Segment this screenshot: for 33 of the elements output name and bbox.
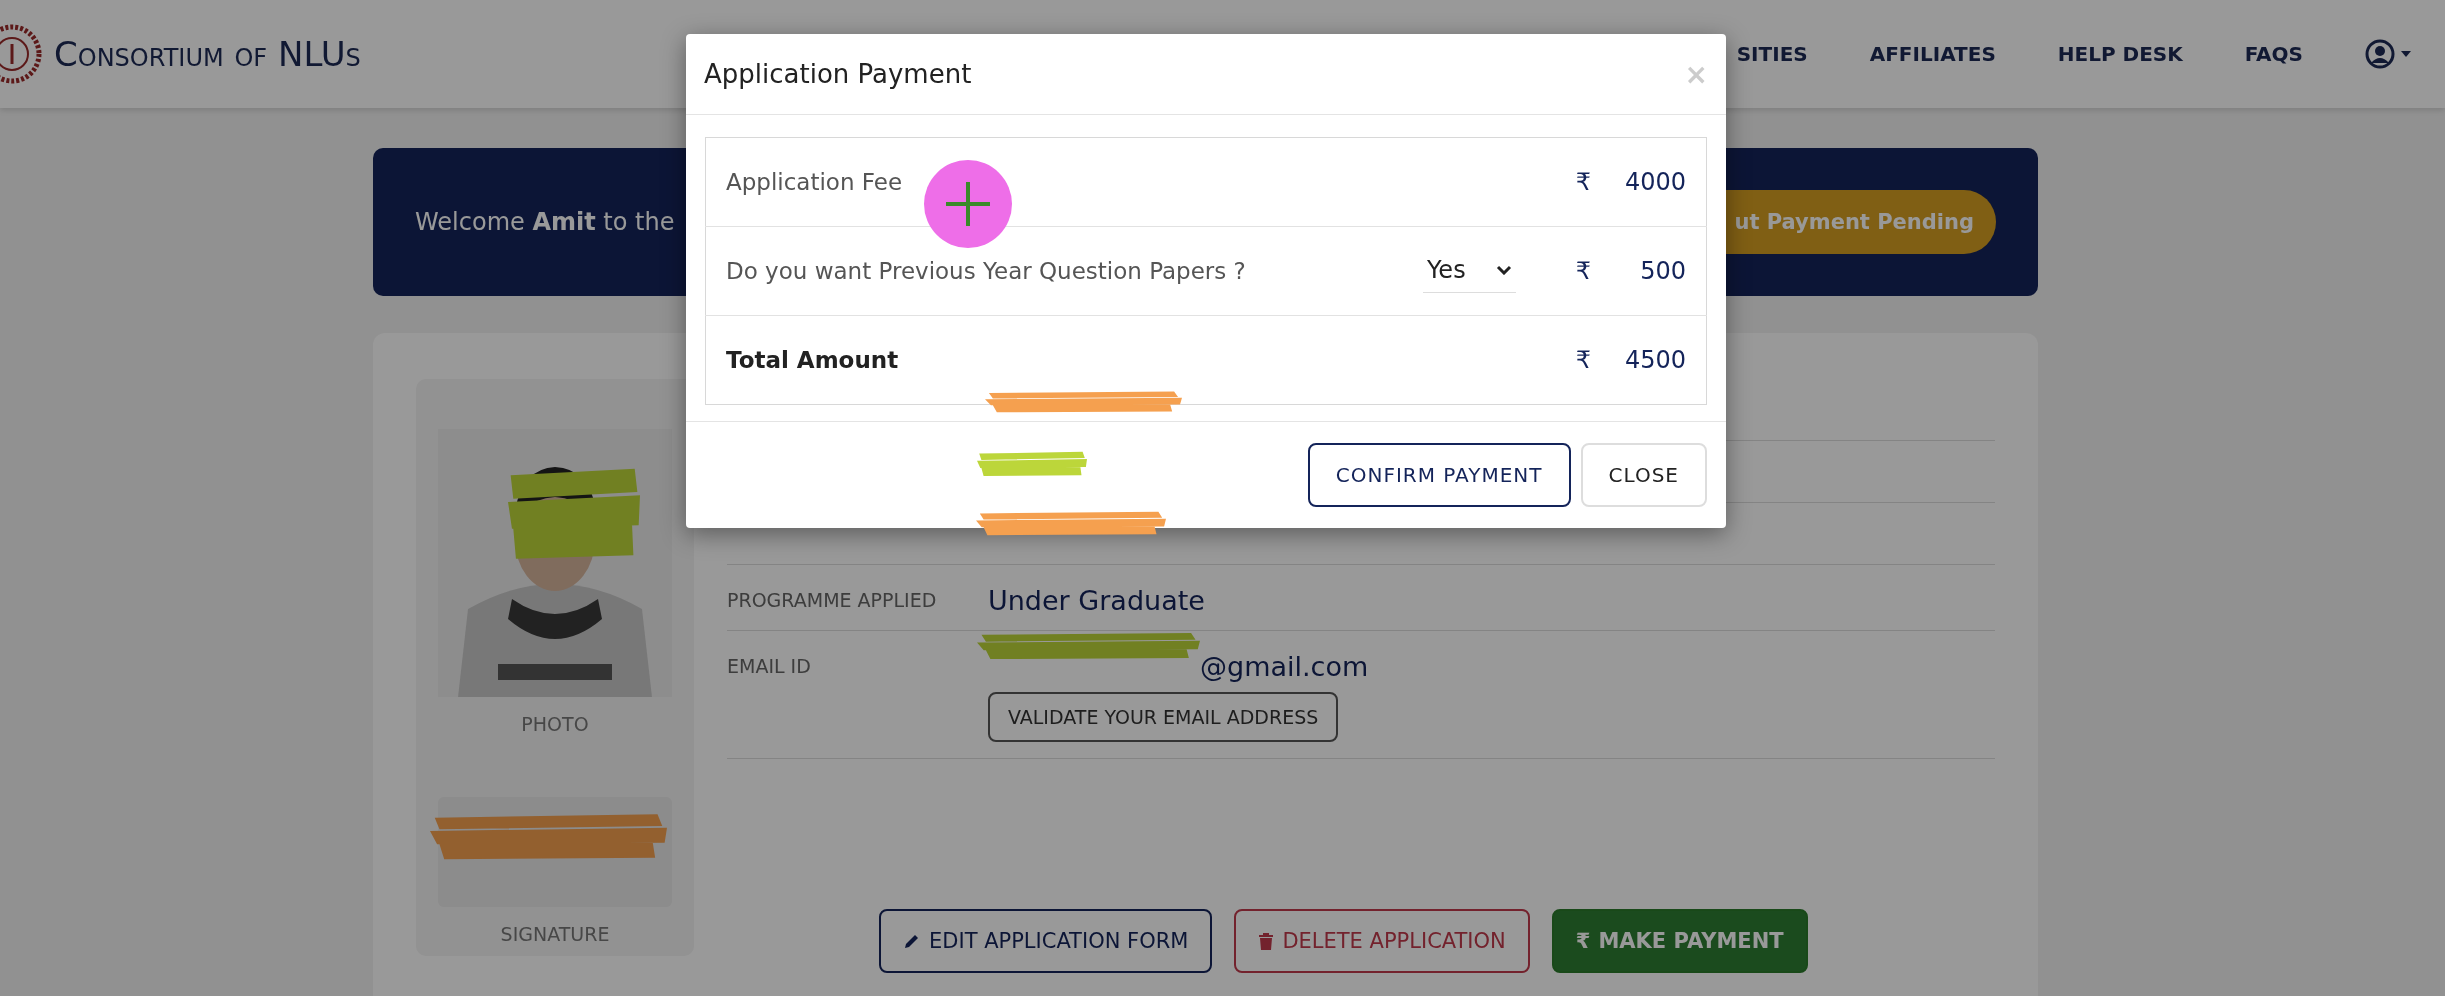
nav-link[interactable]: FAQS — [2244, 42, 2303, 66]
cursor-highlight-icon — [924, 160, 1012, 248]
dialog-title: Application Payment — [704, 59, 972, 89]
pencil-icon — [903, 932, 921, 950]
validate-email-button[interactable]: VALIDATE YOUR EMAIL ADDRESS — [988, 692, 1339, 742]
field-label: EMAIL ID — [727, 654, 812, 679]
fee-label: Total Amount — [726, 347, 899, 373]
signature-caption: SIGNATURE — [500, 923, 610, 945]
close-button[interactable]: CLOSE — [1580, 443, 1707, 507]
delete-button[interactable]: DELETE APPLICATION — [1234, 909, 1530, 973]
confirm-button[interactable]: CONFIRM PAYMENT — [1307, 443, 1571, 507]
rupee-icon: ₹ — [1575, 929, 1591, 953]
brand-name: Consortium of NLUs — [54, 34, 361, 74]
chevron-down-icon[interactable] — [1495, 264, 1512, 275]
field-value: Under Graduate — [988, 585, 1205, 616]
fee-amount: 4500 — [1604, 315, 1707, 405]
nav-link[interactable]: HELP DESK — [2057, 42, 2183, 66]
fee-label: Do you want Previous Year Question Papers ? — [726, 258, 1246, 284]
user-icon[interactable] — [2365, 39, 2395, 69]
fee-amount: 500 — [1604, 226, 1707, 316]
field-value: @gmail.com — [1200, 651, 1369, 682]
edit-button[interactable]: EDIT APPLICATION FORM — [879, 909, 1213, 973]
field-label: PROGRAMME APPLIED — [727, 588, 938, 613]
fee-label: Application Fee — [726, 169, 903, 195]
pay-button[interactable]: ₹ MAKE PAYMENT — [1551, 909, 1808, 973]
papers-select[interactable]: Yes — [1422, 249, 1516, 293]
photo-caption: PHOTO — [521, 713, 589, 735]
nav-link[interactable]: SITIES — [1736, 42, 1808, 66]
trash-icon — [1258, 931, 1275, 951]
currency-symbol: ₹ — [1555, 137, 1605, 227]
nav-link[interactable]: AFFILIATES — [1869, 42, 1996, 66]
caret-icon[interactable] — [2401, 51, 2411, 57]
welcome-text: Welcome Amit to the — [415, 208, 675, 236]
